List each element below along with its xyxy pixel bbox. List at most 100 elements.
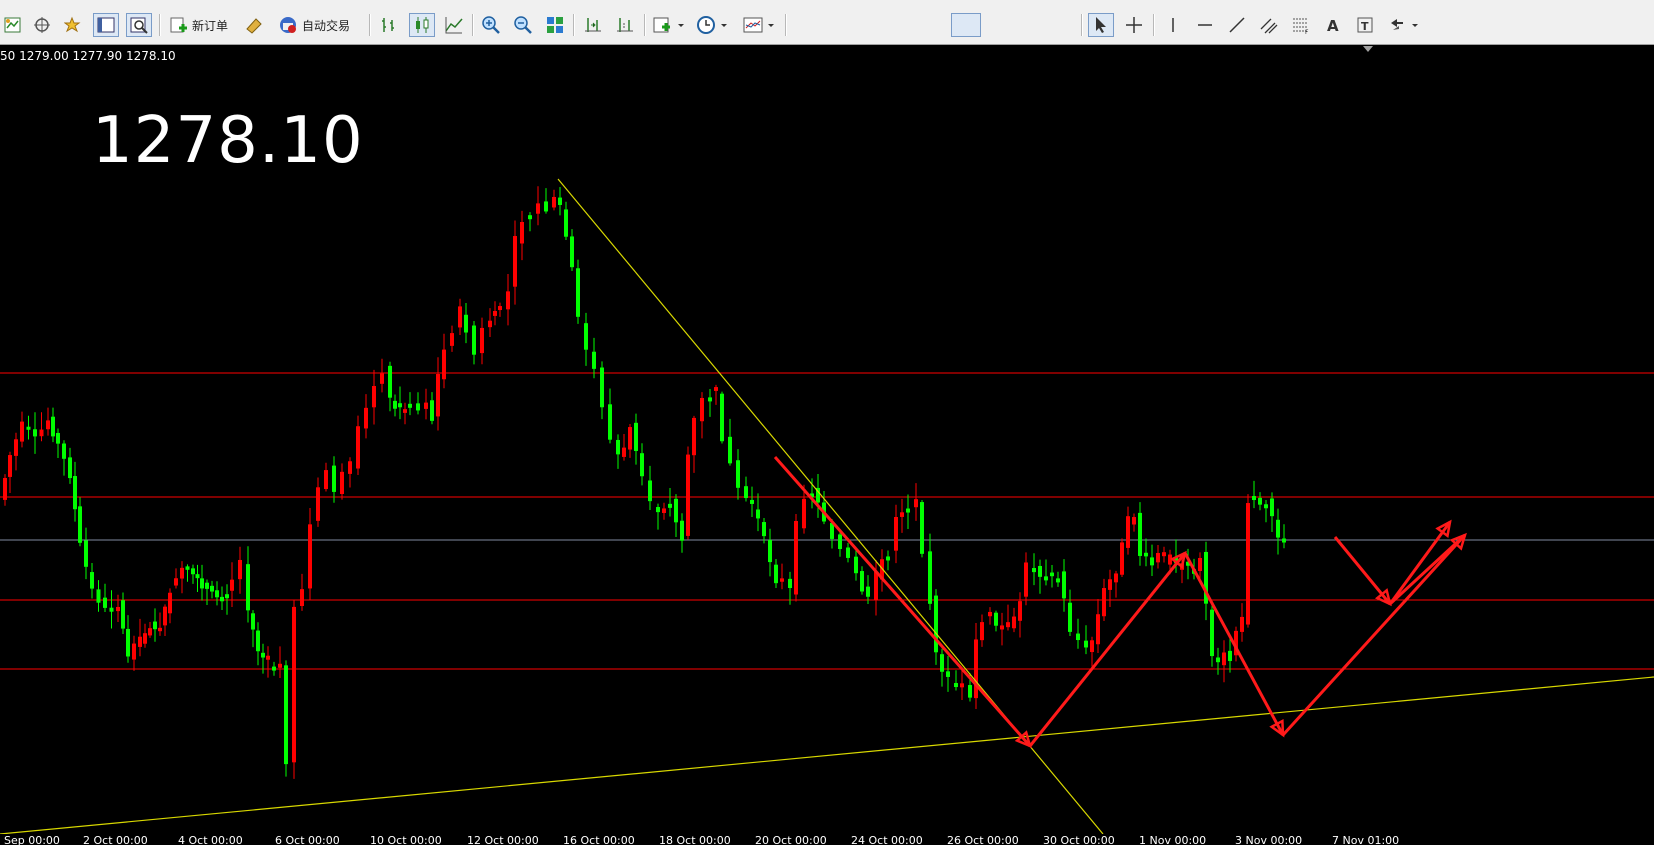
timeframe-h4[interactable] bbox=[951, 13, 981, 37]
bear-candle bbox=[78, 506, 82, 543]
timeframe-m1[interactable] bbox=[790, 13, 820, 37]
bull-candle bbox=[266, 655, 270, 660]
candlestick-chart-icon[interactable] bbox=[409, 13, 435, 37]
bull-candle bbox=[316, 487, 320, 521]
bear-candle bbox=[774, 564, 778, 584]
text-icon[interactable]: A bbox=[1320, 13, 1346, 37]
bear-candle bbox=[1050, 572, 1054, 577]
metaeditor-icon[interactable] bbox=[241, 13, 267, 37]
periodicity-dropdown[interactable] bbox=[694, 13, 732, 37]
market-watch-icon[interactable] bbox=[93, 13, 119, 37]
fibonacci-icon[interactable]: F bbox=[1288, 13, 1314, 37]
bear-candle bbox=[1144, 552, 1148, 557]
bear-candle bbox=[656, 507, 660, 513]
crosshair-icon[interactable] bbox=[1121, 13, 1147, 37]
cursor-icon[interactable] bbox=[1088, 13, 1114, 37]
timeframe-m5[interactable] bbox=[822, 13, 852, 37]
bear-candle bbox=[994, 612, 998, 626]
bear-candle bbox=[332, 465, 336, 492]
bull-candle bbox=[458, 306, 462, 328]
bear-candle bbox=[121, 600, 125, 629]
timeframe-w1[interactable] bbox=[1016, 13, 1046, 37]
vertical-line-icon[interactable] bbox=[1160, 13, 1186, 37]
bar-chart-icon[interactable] bbox=[376, 13, 402, 37]
toolbar-separator bbox=[785, 14, 787, 36]
timeframe-m30[interactable] bbox=[887, 13, 921, 37]
bull-candle bbox=[278, 663, 282, 668]
line-chart-icon[interactable] bbox=[441, 13, 467, 37]
bear-candle bbox=[768, 540, 772, 563]
indicators-dropdown[interactable] bbox=[650, 13, 688, 37]
svg-text:F: F bbox=[1305, 29, 1309, 35]
crosshair-navigator-icon[interactable] bbox=[29, 13, 55, 37]
ascending-trendline[interactable] bbox=[0, 676, 1654, 834]
bear-candle bbox=[616, 439, 620, 455]
bull-candle bbox=[1240, 616, 1244, 632]
bear-candle bbox=[968, 685, 972, 698]
bull-candle bbox=[364, 407, 368, 429]
new-order-button[interactable]: 新订单 bbox=[166, 13, 232, 37]
analysis-arrow-up[interactable] bbox=[1388, 533, 1467, 606]
analysis-arrow-up[interactable] bbox=[1281, 533, 1467, 737]
bull-candle bbox=[230, 579, 234, 591]
time-axis-label: 20 Oct 00:00 bbox=[755, 834, 827, 845]
templates-dropdown[interactable] bbox=[740, 13, 778, 37]
bear-candle bbox=[1056, 578, 1060, 583]
favorites-icon[interactable] bbox=[61, 13, 87, 37]
bear-candle bbox=[109, 607, 114, 612]
channel-icon[interactable] bbox=[1256, 13, 1282, 37]
bear-candle bbox=[430, 400, 434, 421]
strategy-tester-icon[interactable] bbox=[126, 13, 152, 37]
horizontal-line-icon[interactable] bbox=[1192, 13, 1218, 37]
analysis-arrow-down[interactable] bbox=[1183, 552, 1285, 736]
time-axis-label: 1 Nov 00:00 bbox=[1139, 834, 1207, 845]
bull-candle bbox=[662, 508, 666, 513]
bear-candle bbox=[1032, 568, 1036, 573]
new-chart-icon[interactable] bbox=[0, 13, 26, 37]
bull-candle bbox=[520, 222, 524, 244]
bear-candle bbox=[744, 486, 748, 499]
zoom-in-icon[interactable] bbox=[478, 13, 504, 37]
bear-candle bbox=[608, 404, 612, 440]
bull-candle bbox=[513, 236, 517, 287]
bull-candle bbox=[168, 592, 172, 614]
arrows-dropdown[interactable] bbox=[1385, 13, 1423, 37]
bear-candle bbox=[866, 586, 870, 597]
ohlc-readout: 50 1279.00 1277.90 1278.10 bbox=[0, 49, 176, 63]
bear-candle bbox=[261, 652, 265, 658]
bear-candle bbox=[886, 556, 890, 561]
toolbar-separator bbox=[472, 14, 474, 36]
bull-candle bbox=[700, 397, 704, 422]
bull-candle bbox=[403, 409, 407, 413]
analysis-arrow-up[interactable] bbox=[1028, 552, 1187, 747]
bear-candle bbox=[62, 443, 66, 459]
bear-candle bbox=[600, 367, 604, 408]
bear-candle bbox=[126, 628, 130, 657]
trendline-icon[interactable] bbox=[1224, 13, 1250, 37]
bull-candle bbox=[1156, 552, 1160, 563]
chart-shift-icon[interactable] bbox=[612, 13, 638, 37]
tile-windows-icon[interactable] bbox=[542, 13, 568, 37]
bear-candle bbox=[205, 582, 209, 589]
timeframe-d1[interactable] bbox=[984, 13, 1014, 37]
auto-trading-icon bbox=[280, 17, 296, 33]
bull-candle bbox=[692, 417, 696, 456]
bear-candle bbox=[648, 480, 652, 502]
timeframe-m15[interactable] bbox=[854, 13, 888, 37]
auto-trading-button[interactable]: 自动交易 bbox=[274, 13, 354, 37]
toolbar: 新订单 自动交易 F A T bbox=[0, 6, 1654, 45]
time-axis-label: 10 Oct 00:00 bbox=[370, 834, 442, 845]
bull-candle bbox=[1012, 616, 1016, 629]
bear-candle bbox=[576, 268, 580, 317]
time-axis-label: 3 Nov 00:00 bbox=[1235, 834, 1303, 845]
auto-scroll-icon[interactable] bbox=[580, 13, 606, 37]
bull-candle bbox=[163, 606, 167, 626]
bear-candle bbox=[788, 578, 792, 588]
text-label-icon[interactable]: T bbox=[1352, 13, 1378, 37]
timeframe-h1[interactable] bbox=[920, 13, 950, 37]
bear-candle bbox=[1062, 571, 1066, 599]
bear-candle bbox=[1252, 496, 1256, 501]
bear-candle bbox=[756, 509, 760, 519]
zoom-out-icon[interactable] bbox=[510, 13, 536, 37]
timeframe-mn[interactable] bbox=[1048, 13, 1078, 37]
